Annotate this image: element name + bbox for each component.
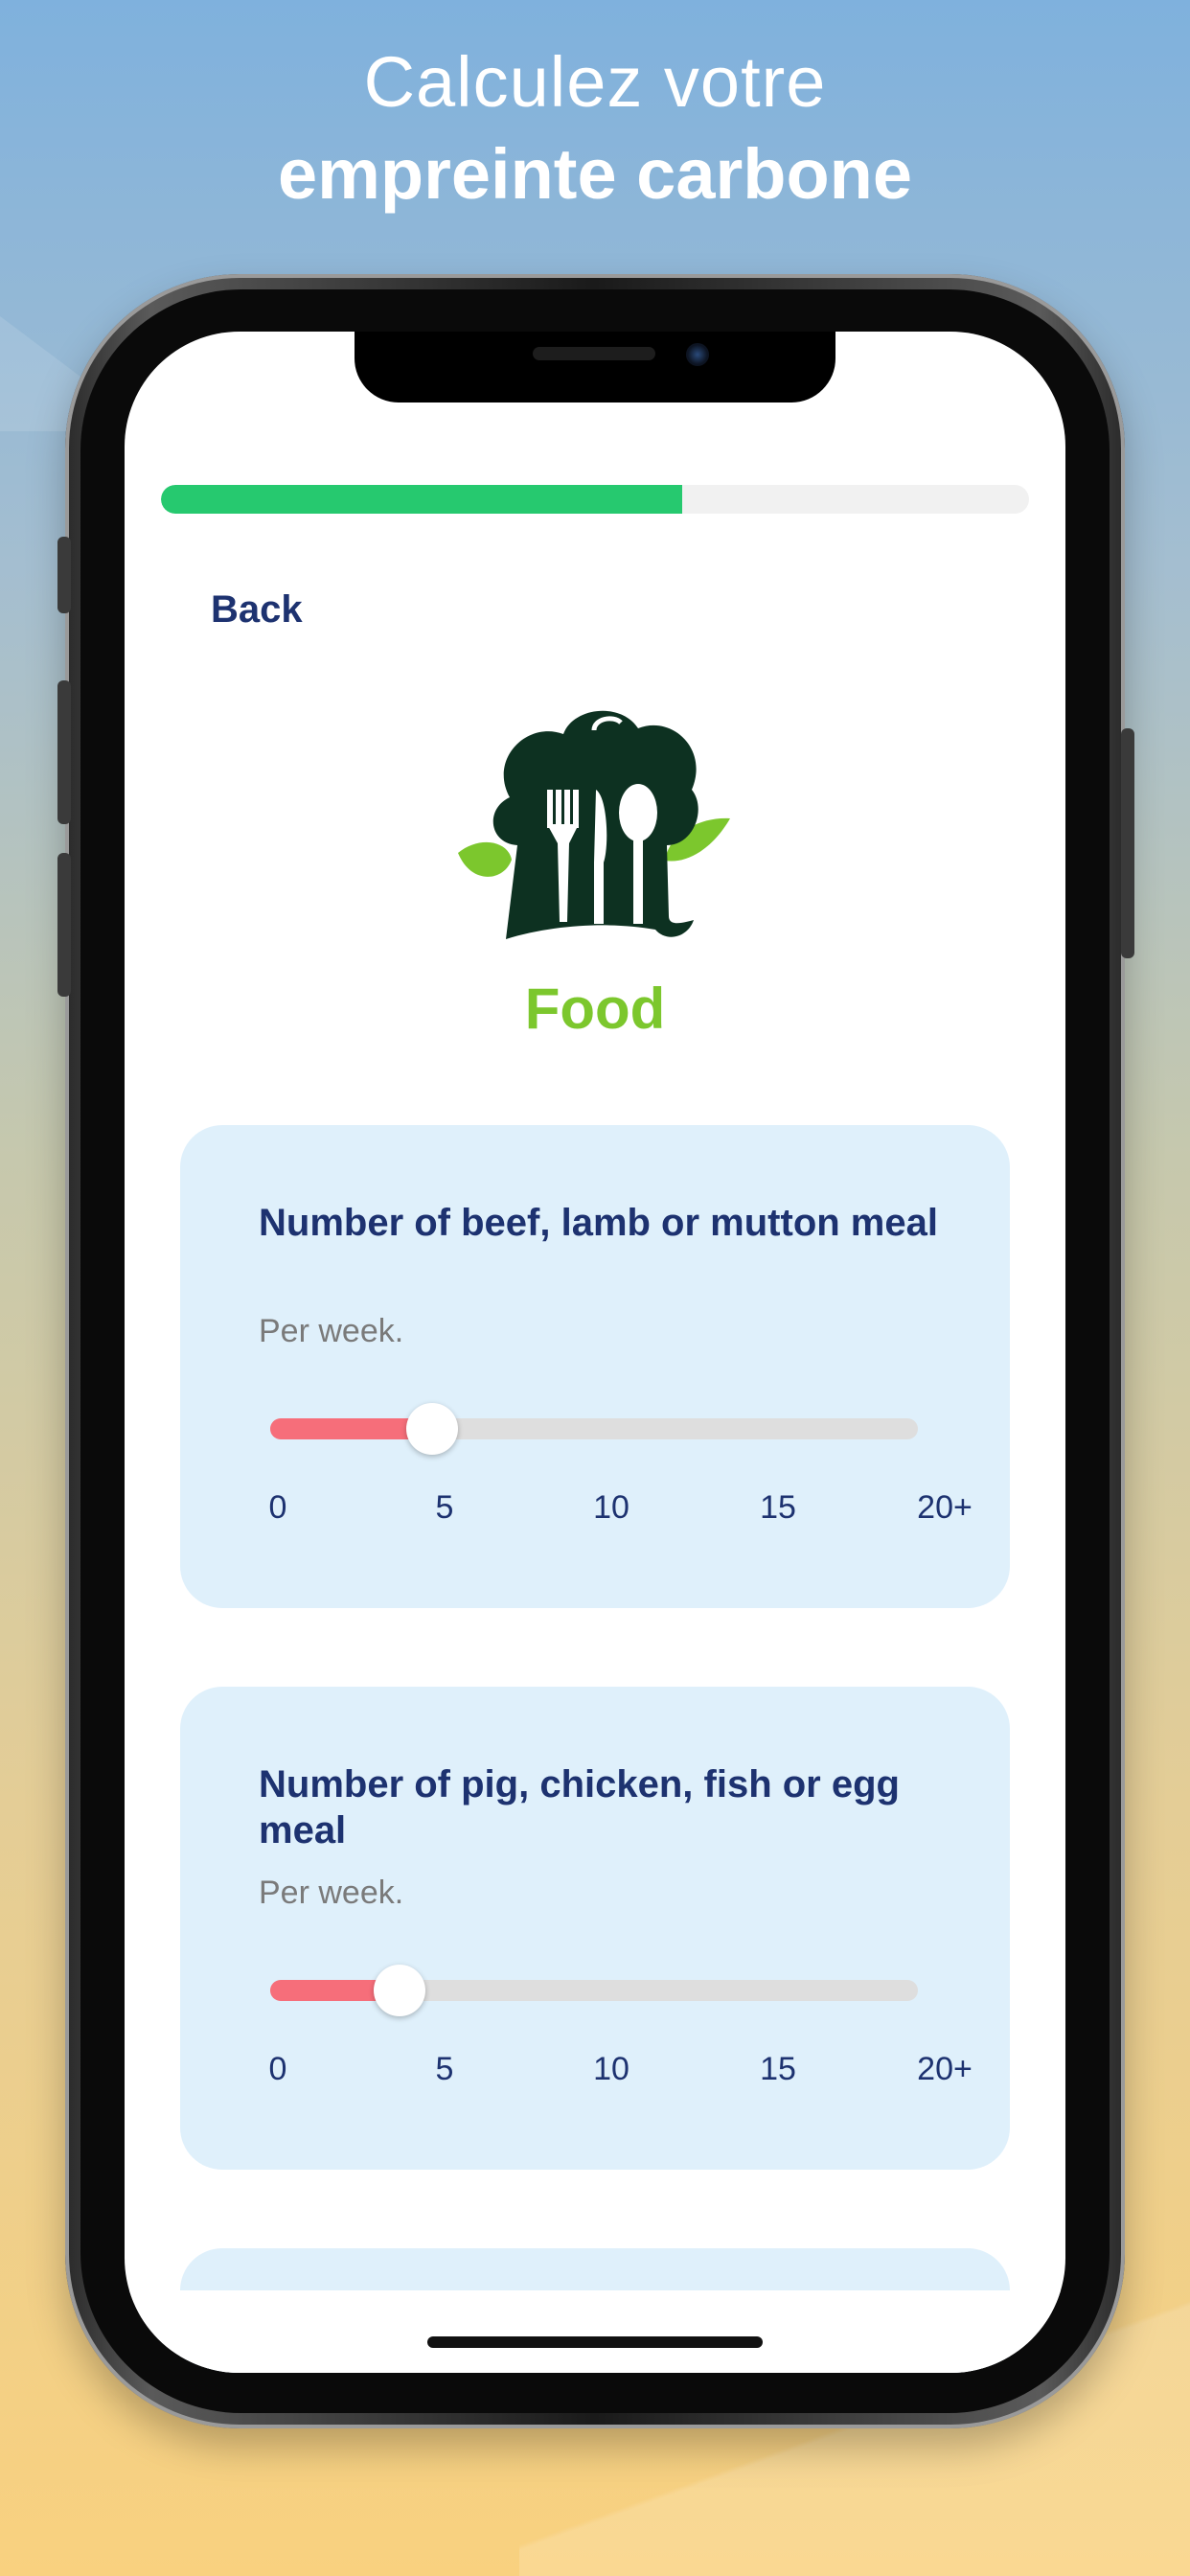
promo-headline: Calculez votre empreinte carbone xyxy=(0,36,1190,220)
headline-line-2: empreinte carbone xyxy=(277,134,913,214)
tick-label: 5 xyxy=(435,2051,454,2087)
volume-down-button xyxy=(57,853,71,997)
tick-label: 10 xyxy=(593,2051,629,2087)
screen-bottom xyxy=(125,2290,1065,2373)
tick-label: 15 xyxy=(760,2051,796,2087)
slider-scale: 0 5 10 15 20+ xyxy=(180,2051,1010,2099)
home-indicator[interactable] xyxy=(427,2336,763,2348)
headline-line-1: Calculez votre xyxy=(363,42,827,122)
power-button xyxy=(1121,728,1134,958)
slider-thumb[interactable] xyxy=(374,1965,426,2016)
question-title: Number of beef, lamb or mutton meal xyxy=(259,1202,938,1244)
tick-label: 20+ xyxy=(917,1489,973,1526)
question-title: Number of pig, chicken, fish or egg meal xyxy=(259,1763,900,1852)
phone-notch xyxy=(355,332,835,402)
chef-hat-utensils-icon xyxy=(458,710,730,939)
front-camera xyxy=(686,343,709,366)
volume-up-button xyxy=(57,680,71,824)
slider-track[interactable] xyxy=(270,1965,918,2016)
question-subtitle: Per week. xyxy=(259,1313,404,1349)
question-card: Number of beef, lamb or mutton meal Per … xyxy=(180,1125,1010,1608)
tick-label: 20+ xyxy=(917,2051,973,2087)
progress-fill xyxy=(161,485,682,514)
mute-switch xyxy=(57,537,71,613)
question-subtitle: Per week. xyxy=(259,1874,404,1911)
tick-label: 15 xyxy=(760,1489,796,1526)
app-screen: Back Food Number of beef, lamb or mutton… xyxy=(125,332,1065,2373)
tick-label: 5 xyxy=(435,1489,454,1526)
tick-label: 10 xyxy=(593,1489,629,1526)
tick-label: 0 xyxy=(268,2051,287,2087)
speaker-grille xyxy=(533,347,655,360)
back-button[interactable]: Back xyxy=(211,588,303,632)
slider-thumb[interactable] xyxy=(406,1403,458,1455)
slider-track[interactable] xyxy=(270,1403,918,1455)
tick-label: 0 xyxy=(268,1489,287,1526)
category-title: Food xyxy=(524,977,666,1041)
slider-scale: 0 5 10 15 20+ xyxy=(180,1489,1010,1537)
question-card: Number of pig, chicken, fish or egg meal… xyxy=(180,1687,1010,2170)
progress-bar xyxy=(161,485,1029,514)
